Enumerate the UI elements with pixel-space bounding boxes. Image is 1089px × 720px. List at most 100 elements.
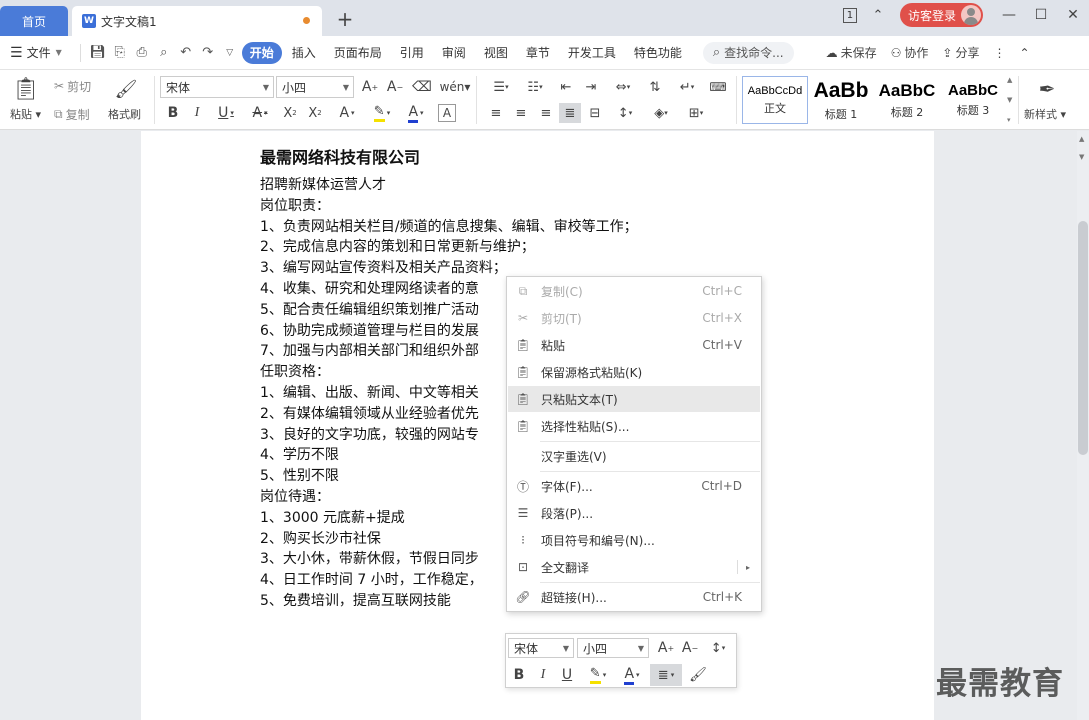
collapse-ribbon-icon[interactable]: ⌃	[1019, 46, 1029, 60]
paste-icon[interactable]: 📋︎	[12, 75, 40, 103]
mini-highlight-button[interactable]: ✎ ▾	[584, 665, 612, 685]
chinese-layout-button[interactable]: ⇔ ▾	[608, 78, 638, 96]
style-heading-1[interactable]: AaBb 标题 1	[808, 76, 874, 124]
new-tab-button[interactable]: +	[334, 8, 356, 30]
styles-scroller[interactable]: ▲ ▼ ▾	[1007, 76, 1015, 124]
bullets-button[interactable]: ☰ ▾	[486, 78, 516, 96]
menu-item-translate[interactable]: ⊡ 全文翻译 ▸	[508, 554, 760, 580]
underline-button[interactable]: U ▾	[212, 104, 240, 122]
more-options-icon[interactable]: ⋮	[993, 46, 1005, 60]
grow-font-icon[interactable]: A +	[360, 78, 380, 96]
align-right-button[interactable]: ≡	[536, 104, 556, 122]
line-spacing-button[interactable]: ↕ ▾	[610, 104, 640, 122]
cut-button[interactable]: ✂ 剪切	[54, 78, 91, 94]
phonetic-guide-icon[interactable]: wén▾	[440, 78, 471, 96]
menu-item-hyperlink[interactable]: 🔗︎ 超链接(H)... Ctrl+K	[508, 584, 760, 610]
chevron-down-icon[interactable]: ▼	[1079, 153, 1084, 161]
collaborate-button[interactable]: ⚇ 协作	[891, 44, 929, 61]
tab-developer[interactable]: 开发工具	[560, 42, 624, 64]
mini-bold-button[interactable]: B	[510, 665, 528, 685]
mini-italic-button[interactable]: I	[534, 665, 552, 685]
print-preview-icon[interactable]: ⌕	[153, 45, 175, 60]
tab-document[interactable]: W 文字文稿1	[72, 6, 322, 36]
format-painter-icon[interactable]: 🖌︎	[114, 75, 138, 103]
style-heading-2[interactable]: AaBbC 标题 2	[874, 76, 940, 124]
align-left-button[interactable]: ≡	[486, 104, 506, 122]
font-name-select[interactable]: 宋体 ▼	[160, 76, 274, 98]
borders-button[interactable]: ⊞ ▾	[681, 104, 711, 122]
align-center-button[interactable]: ≡	[511, 104, 531, 122]
copy-button[interactable]: ⧉ 复制	[54, 106, 90, 122]
guest-login-button[interactable]: 访客登录	[899, 3, 983, 27]
distributed-align-button[interactable]: ⊟	[585, 104, 605, 122]
vertical-scrollbar[interactable]: ▲ ▼	[1077, 131, 1089, 720]
chevron-down-icon[interactable]: ▼	[1007, 96, 1015, 104]
show-marks-button[interactable]: ↵ ▾	[672, 78, 702, 96]
mini-format-painter-icon[interactable]: 🖌︎	[688, 665, 708, 685]
tab-page-layout[interactable]: 页面布局	[326, 42, 390, 64]
menu-item-reselect-chinese[interactable]: 汉字重选(V)	[508, 443, 760, 469]
mini-shrink-font-icon[interactable]: A −	[680, 638, 700, 658]
new-style-icon[interactable]: ✒	[1034, 76, 1060, 102]
character-border-button[interactable]: A	[438, 104, 456, 122]
increase-indent-icon[interactable]: ⇥	[581, 78, 601, 96]
mini-font-name-select[interactable]: 宋体 ▼	[508, 638, 574, 658]
redo-icon[interactable]: ↷	[197, 45, 219, 60]
close-button[interactable]: ✕	[1057, 0, 1089, 30]
strikethrough-button[interactable]: A ▾	[246, 104, 274, 122]
menu-item-cut[interactable]: ✂ 剪切(T) Ctrl+X	[508, 305, 760, 331]
tab-special-features[interactable]: 特色功能	[626, 42, 690, 64]
menu-item-paste-text-only[interactable]: 📋︎ 只粘贴文本(T)	[508, 386, 760, 412]
text-effect-button[interactable]: A ▾	[333, 104, 361, 122]
sort-icon[interactable]: ⇅	[645, 78, 665, 96]
page-count-button[interactable]: 1	[836, 0, 864, 30]
mini-underline-button[interactable]: U	[558, 665, 576, 685]
new-style-button[interactable]: 新样式 ▾	[1024, 106, 1066, 122]
numbering-button[interactable]: ☷ ▾	[520, 78, 550, 96]
minimize-button[interactable]: —	[993, 0, 1025, 30]
subscript-button[interactable]: X2	[305, 104, 325, 122]
undo-icon[interactable]: ↶	[175, 45, 197, 60]
command-search[interactable]: ⌕ 查找命令...	[702, 41, 794, 64]
format-painter-label[interactable]: 格式刷	[108, 106, 141, 122]
tab-start[interactable]: 开始	[241, 41, 282, 64]
tab-home[interactable]: 首页	[0, 6, 68, 36]
paste-button[interactable]: 粘贴 ▾	[10, 106, 41, 122]
mini-line-spacing-button[interactable]: ↕ ▾	[704, 638, 732, 658]
tab-stops-icon[interactable]: ⌨	[707, 78, 729, 96]
chevron-up-icon[interactable]: ▲	[1079, 135, 1084, 143]
menu-item-copy[interactable]: ⧉ 复制(C) Ctrl+C	[508, 278, 760, 304]
chevron-up-icon[interactable]: ▲	[1007, 76, 1015, 84]
superscript-button[interactable]: X2	[280, 104, 300, 122]
share-button[interactable]: ⇪ 分享	[942, 44, 979, 61]
mini-font-size-select[interactable]: 小四 ▼	[577, 638, 649, 658]
maximize-button[interactable]: ☐	[1025, 0, 1057, 30]
print-icon[interactable]: ⎙	[131, 45, 153, 60]
file-menu-button[interactable]: ☰ 文件 ▼	[10, 44, 62, 61]
tab-references[interactable]: 引用	[392, 42, 432, 64]
unsaved-button[interactable]: ☁ 未保存	[826, 44, 877, 61]
menu-item-paste[interactable]: 📋︎ 粘贴 Ctrl+V	[508, 332, 760, 358]
font-size-select[interactable]: 小四 ▼	[276, 76, 354, 98]
font-color-button[interactable]: A ▾	[402, 104, 430, 123]
style-normal[interactable]: AaBbCcDd 正文	[742, 76, 808, 124]
tab-chapter[interactable]: 章节	[518, 42, 558, 64]
expand-icon[interactable]: ▾	[1007, 116, 1015, 124]
menu-item-font[interactable]: Ⓣ 字体(F)... Ctrl+D	[508, 473, 760, 499]
menu-item-bullets-numbering[interactable]: ⁝ 项目符号和编号(N)...	[508, 527, 760, 553]
style-heading-3[interactable]: AaBbC 标题 3	[940, 76, 1006, 124]
decrease-indent-icon[interactable]: ⇤	[556, 78, 576, 96]
highlight-color-button[interactable]: ✎ ▾	[368, 104, 396, 122]
menu-item-paste-special[interactable]: 📋︎ 选择性粘贴(S)...	[508, 413, 760, 439]
tab-review[interactable]: 审阅	[434, 42, 474, 64]
mini-font-color-button[interactable]: A ▾	[618, 665, 646, 685]
menu-item-paragraph[interactable]: ☰ 段落(P)...	[508, 500, 760, 526]
justify-button[interactable]: ≣	[559, 103, 581, 123]
shrink-font-icon[interactable]: A −	[385, 78, 405, 96]
tab-view[interactable]: 视图	[476, 42, 516, 64]
save-icon[interactable]: 💾︎	[87, 45, 109, 60]
output-icon[interactable]: ⎘	[109, 45, 131, 60]
scrollbar-thumb[interactable]	[1078, 221, 1088, 455]
italic-button[interactable]: I	[188, 104, 206, 122]
mini-align-button[interactable]: ≣ ▾	[650, 664, 682, 686]
